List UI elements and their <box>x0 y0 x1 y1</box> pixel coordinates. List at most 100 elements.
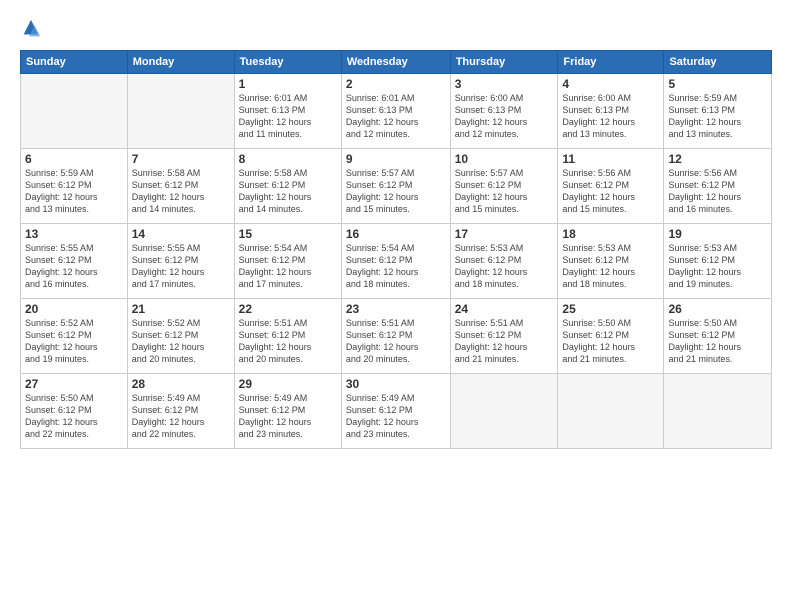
day-number: 6 <box>25 152 123 166</box>
calendar-cell: 8Sunrise: 5:58 AM Sunset: 6:12 PM Daylig… <box>234 149 341 224</box>
calendar-cell: 15Sunrise: 5:54 AM Sunset: 6:12 PM Dayli… <box>234 224 341 299</box>
day-info: Sunrise: 5:50 AM Sunset: 6:12 PM Dayligh… <box>562 317 659 366</box>
day-number: 17 <box>455 227 554 241</box>
logo <box>20 18 46 40</box>
calendar-header-wednesday: Wednesday <box>341 51 450 74</box>
day-info: Sunrise: 5:58 AM Sunset: 6:12 PM Dayligh… <box>239 167 337 216</box>
day-info: Sunrise: 5:53 AM Sunset: 6:12 PM Dayligh… <box>455 242 554 291</box>
calendar-cell: 9Sunrise: 5:57 AM Sunset: 6:12 PM Daylig… <box>341 149 450 224</box>
calendar-cell: 22Sunrise: 5:51 AM Sunset: 6:12 PM Dayli… <box>234 299 341 374</box>
calendar-week-row: 20Sunrise: 5:52 AM Sunset: 6:12 PM Dayli… <box>21 299 772 374</box>
calendar-cell: 16Sunrise: 5:54 AM Sunset: 6:12 PM Dayli… <box>341 224 450 299</box>
day-number: 27 <box>25 377 123 391</box>
day-number: 10 <box>455 152 554 166</box>
day-info: Sunrise: 6:01 AM Sunset: 6:13 PM Dayligh… <box>239 92 337 141</box>
day-number: 19 <box>668 227 767 241</box>
day-number: 14 <box>132 227 230 241</box>
day-info: Sunrise: 5:52 AM Sunset: 6:12 PM Dayligh… <box>25 317 123 366</box>
calendar-header-saturday: Saturday <box>664 51 772 74</box>
calendar-cell: 1Sunrise: 6:01 AM Sunset: 6:13 PM Daylig… <box>234 74 341 149</box>
day-info: Sunrise: 5:49 AM Sunset: 6:12 PM Dayligh… <box>346 392 446 441</box>
day-info: Sunrise: 5:53 AM Sunset: 6:12 PM Dayligh… <box>668 242 767 291</box>
day-info: Sunrise: 5:57 AM Sunset: 6:12 PM Dayligh… <box>455 167 554 216</box>
calendar-cell: 27Sunrise: 5:50 AM Sunset: 6:12 PM Dayli… <box>21 374 128 449</box>
calendar-header-sunday: Sunday <box>21 51 128 74</box>
calendar-cell: 23Sunrise: 5:51 AM Sunset: 6:12 PM Dayli… <box>341 299 450 374</box>
calendar-header-monday: Monday <box>127 51 234 74</box>
calendar-cell: 30Sunrise: 5:49 AM Sunset: 6:12 PM Dayli… <box>341 374 450 449</box>
calendar-cell <box>558 374 664 449</box>
calendar-week-row: 1Sunrise: 6:01 AM Sunset: 6:13 PM Daylig… <box>21 74 772 149</box>
calendar-cell: 4Sunrise: 6:00 AM Sunset: 6:13 PM Daylig… <box>558 74 664 149</box>
day-number: 12 <box>668 152 767 166</box>
day-info: Sunrise: 5:56 AM Sunset: 6:12 PM Dayligh… <box>668 167 767 216</box>
day-number: 9 <box>346 152 446 166</box>
calendar-table: SundayMondayTuesdayWednesdayThursdayFrid… <box>20 50 772 449</box>
day-number: 22 <box>239 302 337 316</box>
calendar-week-row: 13Sunrise: 5:55 AM Sunset: 6:12 PM Dayli… <box>21 224 772 299</box>
day-info: Sunrise: 5:51 AM Sunset: 6:12 PM Dayligh… <box>455 317 554 366</box>
calendar-cell: 19Sunrise: 5:53 AM Sunset: 6:12 PM Dayli… <box>664 224 772 299</box>
day-info: Sunrise: 6:00 AM Sunset: 6:13 PM Dayligh… <box>455 92 554 141</box>
day-number: 5 <box>668 77 767 91</box>
day-info: Sunrise: 5:57 AM Sunset: 6:12 PM Dayligh… <box>346 167 446 216</box>
calendar-cell <box>127 74 234 149</box>
calendar-header-row: SundayMondayTuesdayWednesdayThursdayFrid… <box>21 51 772 74</box>
calendar-cell: 28Sunrise: 5:49 AM Sunset: 6:12 PM Dayli… <box>127 374 234 449</box>
calendar-cell: 20Sunrise: 5:52 AM Sunset: 6:12 PM Dayli… <box>21 299 128 374</box>
calendar-cell: 26Sunrise: 5:50 AM Sunset: 6:12 PM Dayli… <box>664 299 772 374</box>
day-info: Sunrise: 5:52 AM Sunset: 6:12 PM Dayligh… <box>132 317 230 366</box>
day-number: 30 <box>346 377 446 391</box>
day-number: 29 <box>239 377 337 391</box>
calendar-cell: 11Sunrise: 5:56 AM Sunset: 6:12 PM Dayli… <box>558 149 664 224</box>
calendar-cell: 3Sunrise: 6:00 AM Sunset: 6:13 PM Daylig… <box>450 74 558 149</box>
day-info: Sunrise: 5:54 AM Sunset: 6:12 PM Dayligh… <box>346 242 446 291</box>
day-number: 25 <box>562 302 659 316</box>
calendar-cell: 21Sunrise: 5:52 AM Sunset: 6:12 PM Dayli… <box>127 299 234 374</box>
day-info: Sunrise: 5:59 AM Sunset: 6:12 PM Dayligh… <box>25 167 123 216</box>
day-info: Sunrise: 5:49 AM Sunset: 6:12 PM Dayligh… <box>239 392 337 441</box>
calendar-cell: 13Sunrise: 5:55 AM Sunset: 6:12 PM Dayli… <box>21 224 128 299</box>
calendar-cell: 2Sunrise: 6:01 AM Sunset: 6:13 PM Daylig… <box>341 74 450 149</box>
day-info: Sunrise: 5:55 AM Sunset: 6:12 PM Dayligh… <box>132 242 230 291</box>
day-number: 2 <box>346 77 446 91</box>
calendar-cell: 14Sunrise: 5:55 AM Sunset: 6:12 PM Dayli… <box>127 224 234 299</box>
calendar-cell: 7Sunrise: 5:58 AM Sunset: 6:12 PM Daylig… <box>127 149 234 224</box>
calendar-header-tuesday: Tuesday <box>234 51 341 74</box>
day-info: Sunrise: 5:54 AM Sunset: 6:12 PM Dayligh… <box>239 242 337 291</box>
day-info: Sunrise: 6:00 AM Sunset: 6:13 PM Dayligh… <box>562 92 659 141</box>
calendar-cell: 18Sunrise: 5:53 AM Sunset: 6:12 PM Dayli… <box>558 224 664 299</box>
calendar-cell: 29Sunrise: 5:49 AM Sunset: 6:12 PM Dayli… <box>234 374 341 449</box>
day-number: 20 <box>25 302 123 316</box>
day-info: Sunrise: 5:55 AM Sunset: 6:12 PM Dayligh… <box>25 242 123 291</box>
calendar-cell <box>21 74 128 149</box>
day-info: Sunrise: 5:50 AM Sunset: 6:12 PM Dayligh… <box>668 317 767 366</box>
day-number: 1 <box>239 77 337 91</box>
calendar-cell: 24Sunrise: 5:51 AM Sunset: 6:12 PM Dayli… <box>450 299 558 374</box>
calendar-header-friday: Friday <box>558 51 664 74</box>
calendar-cell: 5Sunrise: 5:59 AM Sunset: 6:13 PM Daylig… <box>664 74 772 149</box>
page: SundayMondayTuesdayWednesdayThursdayFrid… <box>0 0 792 612</box>
day-number: 26 <box>668 302 767 316</box>
day-number: 8 <box>239 152 337 166</box>
calendar-cell: 17Sunrise: 5:53 AM Sunset: 6:12 PM Dayli… <box>450 224 558 299</box>
calendar-header-thursday: Thursday <box>450 51 558 74</box>
day-info: Sunrise: 5:58 AM Sunset: 6:12 PM Dayligh… <box>132 167 230 216</box>
day-number: 21 <box>132 302 230 316</box>
day-number: 24 <box>455 302 554 316</box>
day-number: 4 <box>562 77 659 91</box>
day-number: 23 <box>346 302 446 316</box>
calendar-week-row: 6Sunrise: 5:59 AM Sunset: 6:12 PM Daylig… <box>21 149 772 224</box>
day-info: Sunrise: 5:49 AM Sunset: 6:12 PM Dayligh… <box>132 392 230 441</box>
day-info: Sunrise: 5:50 AM Sunset: 6:12 PM Dayligh… <box>25 392 123 441</box>
day-number: 16 <box>346 227 446 241</box>
logo-icon <box>20 18 42 40</box>
day-info: Sunrise: 5:56 AM Sunset: 6:12 PM Dayligh… <box>562 167 659 216</box>
day-number: 7 <box>132 152 230 166</box>
day-info: Sunrise: 6:01 AM Sunset: 6:13 PM Dayligh… <box>346 92 446 141</box>
day-number: 15 <box>239 227 337 241</box>
header <box>20 18 772 40</box>
calendar-cell: 10Sunrise: 5:57 AM Sunset: 6:12 PM Dayli… <box>450 149 558 224</box>
day-number: 13 <box>25 227 123 241</box>
day-info: Sunrise: 5:59 AM Sunset: 6:13 PM Dayligh… <box>668 92 767 141</box>
